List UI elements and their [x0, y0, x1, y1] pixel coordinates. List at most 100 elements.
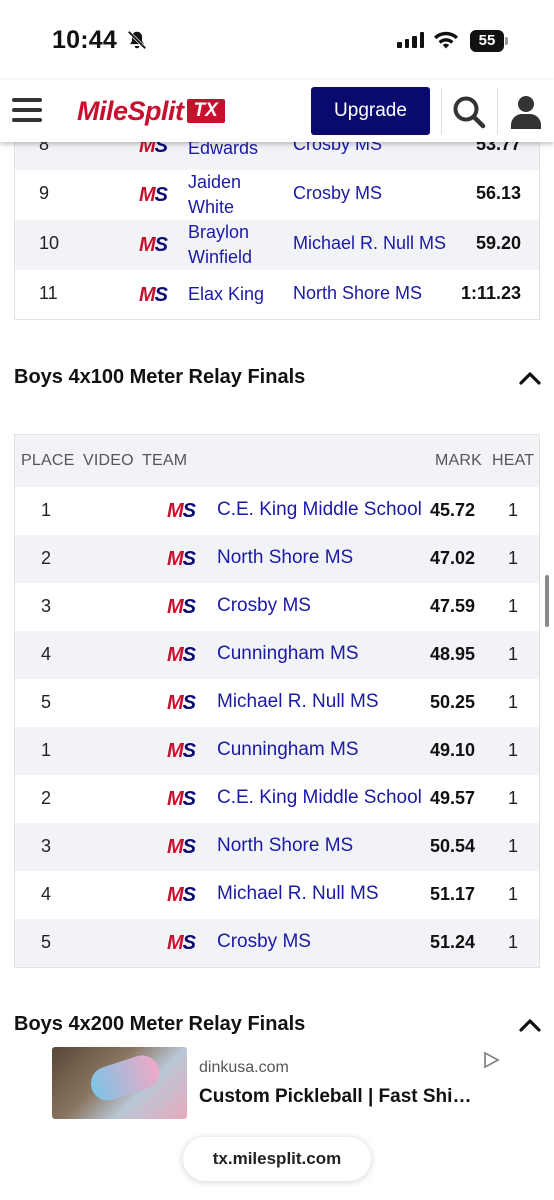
team-logo-icon: MS: [139, 234, 168, 256]
logo-state-badge: TX: [186, 99, 225, 123]
team-link[interactable]: Cunningham MS: [217, 739, 359, 761]
column-header-heat[interactable]: HEAT: [492, 452, 534, 470]
table-row[interactable]: 5 MS Crosby MS 51.24 1: [15, 919, 539, 967]
team-logo-icon: MS: [167, 644, 196, 666]
section-title-4x200[interactable]: Boys 4x200 Meter Relay Finals: [14, 1013, 305, 1036]
team-logo-icon: MS: [139, 184, 168, 206]
team-logo-icon: MS: [167, 500, 196, 522]
advertisement-banner[interactable]: dinkusa.com Custom Pickleball | Fast Shi…: [52, 1047, 502, 1119]
team-link[interactable]: North Shore MS: [217, 835, 353, 857]
athlete-name-link[interactable]: Elax King: [188, 282, 264, 307]
place-cell: 10: [39, 233, 60, 253]
table-row[interactable]: 3 MS Crosby MS 47.59 1: [15, 583, 539, 631]
team-logo-icon: MS: [167, 740, 196, 762]
team-link[interactable]: Crosby MS: [217, 595, 311, 617]
relay-4x100-results-table: PLACE VIDEO TEAM MARK HEAT 1 MS C.E. King …: [14, 434, 540, 968]
table-row[interactable]: 1 MS C.E. King Middle School 45.72 1: [15, 487, 539, 535]
hamburger-menu-icon[interactable]: [12, 98, 42, 124]
column-header-team[interactable]: TEAM: [142, 452, 187, 470]
table-row[interactable]: 4 MS Cunningham MS 48.95 1: [15, 631, 539, 679]
place-cell: 3: [41, 836, 52, 856]
team-logo-icon: MS: [139, 284, 168, 306]
heat-cell: 1: [508, 884, 519, 904]
table-header: PLACE VIDEO TEAM MARK HEAT: [15, 435, 539, 487]
mark-cell: 45.72: [430, 500, 476, 520]
athlete-name-link[interactable]: Jaiden White: [188, 170, 241, 220]
team-link[interactable]: Michael R. Null MS: [217, 691, 379, 713]
table-row[interactable]: 2 MS North Shore MS 47.02 1: [15, 535, 539, 583]
table-row[interactable]: 11 MS Elax King North Shore MS 1:11.23: [15, 270, 539, 319]
heat-cell: 1: [508, 548, 519, 568]
mark-cell: 51.24: [430, 932, 476, 952]
place-cell: 5: [41, 932, 52, 952]
heat-cell: 1: [508, 932, 519, 952]
place-cell: 1: [41, 500, 52, 520]
user-account-icon[interactable]: [510, 95, 542, 129]
team-logo-icon: MS: [167, 884, 196, 906]
team-link[interactable]: North Shore MS: [217, 547, 353, 569]
upgrade-button[interactable]: Upgrade: [311, 87, 430, 135]
wifi-icon: [434, 31, 458, 49]
place-cell: 2: [41, 548, 52, 568]
column-header-video[interactable]: VIDEO: [83, 452, 134, 470]
table-row[interactable]: 10 MS Braylon Winfield Michael R. Null MS…: [15, 220, 539, 270]
browser-url-bar[interactable]: tx.milesplit.com: [183, 1137, 371, 1181]
search-icon[interactable]: [452, 95, 486, 129]
mark-cell: 47.59: [430, 596, 476, 616]
chevron-up-icon[interactable]: [519, 371, 541, 385]
mark-cell: 59.20: [475, 233, 521, 253]
team-logo-icon: MS: [167, 836, 196, 858]
place-cell: 9: [39, 183, 50, 203]
mark-cell: 48.95: [430, 644, 476, 664]
table-row[interactable]: 4 MS Michael R. Null MS 51.17 1: [15, 871, 539, 919]
team-link[interactable]: C.E. King Middle School: [217, 787, 422, 809]
team-logo-icon: MS: [167, 548, 196, 570]
table-row[interactable]: 1 MS Cunningham MS 49.10 1: [15, 727, 539, 775]
header-divider: [497, 88, 498, 134]
ad-choices-icon[interactable]: [482, 1051, 500, 1069]
place-cell: 2: [41, 788, 52, 808]
table-row[interactable]: 5 MS Michael R. Null MS 50.25 1: [15, 679, 539, 727]
bell-muted-icon: [127, 30, 147, 50]
heat-cell: 1: [508, 500, 519, 520]
team-link[interactable]: Michael R. Null MS: [217, 883, 379, 905]
ad-title[interactable]: Custom Pickleball | Fast Shi…: [199, 1086, 471, 1108]
heat-cell: 1: [508, 740, 519, 760]
mark-cell: 49.57: [430, 788, 476, 808]
athlete-name-link[interactable]: Braylon Winfield: [188, 220, 252, 270]
team-logo-icon: MS: [167, 932, 196, 954]
battery-level: 55: [478, 32, 496, 49]
column-header-mark[interactable]: MARK: [435, 452, 482, 470]
mark-cell: 50.25: [430, 692, 476, 712]
team-logo-icon: MS: [167, 788, 196, 810]
team-link[interactable]: Crosby MS: [217, 931, 311, 953]
place-cell: 4: [41, 884, 52, 904]
ad-image[interactable]: [52, 1047, 187, 1119]
table-row[interactable]: 3 MS North Shore MS 50.54 1: [15, 823, 539, 871]
team-link[interactable]: Cunningham MS: [217, 643, 359, 665]
battery-icon: 55: [470, 30, 508, 52]
table-row[interactable]: 9 MS Jaiden White Crosby MS 56.13: [15, 170, 539, 220]
heat-cell: 1: [508, 836, 519, 856]
place-cell: 5: [41, 692, 52, 712]
milesplit-logo[interactable]: MileSplit TX: [77, 96, 225, 126]
team-link[interactable]: North Shore MS: [293, 283, 422, 304]
team-link[interactable]: Michael R. Null MS: [293, 233, 446, 254]
previous-event-results-table: 8 MS Edwards Crosby MS 53.77 9 MS Jaiden…: [14, 118, 540, 320]
chevron-up-icon[interactable]: [519, 1018, 541, 1032]
status-bar: 10:44 55: [0, 0, 554, 80]
column-header-place[interactable]: PLACE: [21, 452, 74, 470]
table-row[interactable]: 2 MS C.E. King Middle School 49.57 1: [15, 775, 539, 823]
section-title-4x100[interactable]: Boys 4x100 Meter Relay Finals: [14, 366, 305, 389]
page-scrollbar[interactable]: [545, 575, 549, 627]
status-time: 10:44: [52, 26, 117, 54]
team-link[interactable]: C.E. King Middle School: [217, 499, 422, 521]
ad-domain: dinkusa.com: [199, 1059, 289, 1076]
place-cell: 1: [41, 740, 52, 760]
logo-text: MileSplit: [77, 95, 184, 126]
team-link[interactable]: Crosby MS: [293, 183, 382, 204]
heat-cell: 1: [508, 644, 519, 664]
cellular-signal-icon: [397, 32, 424, 48]
place-cell: 4: [41, 644, 52, 664]
place-cell: 11: [39, 283, 58, 303]
